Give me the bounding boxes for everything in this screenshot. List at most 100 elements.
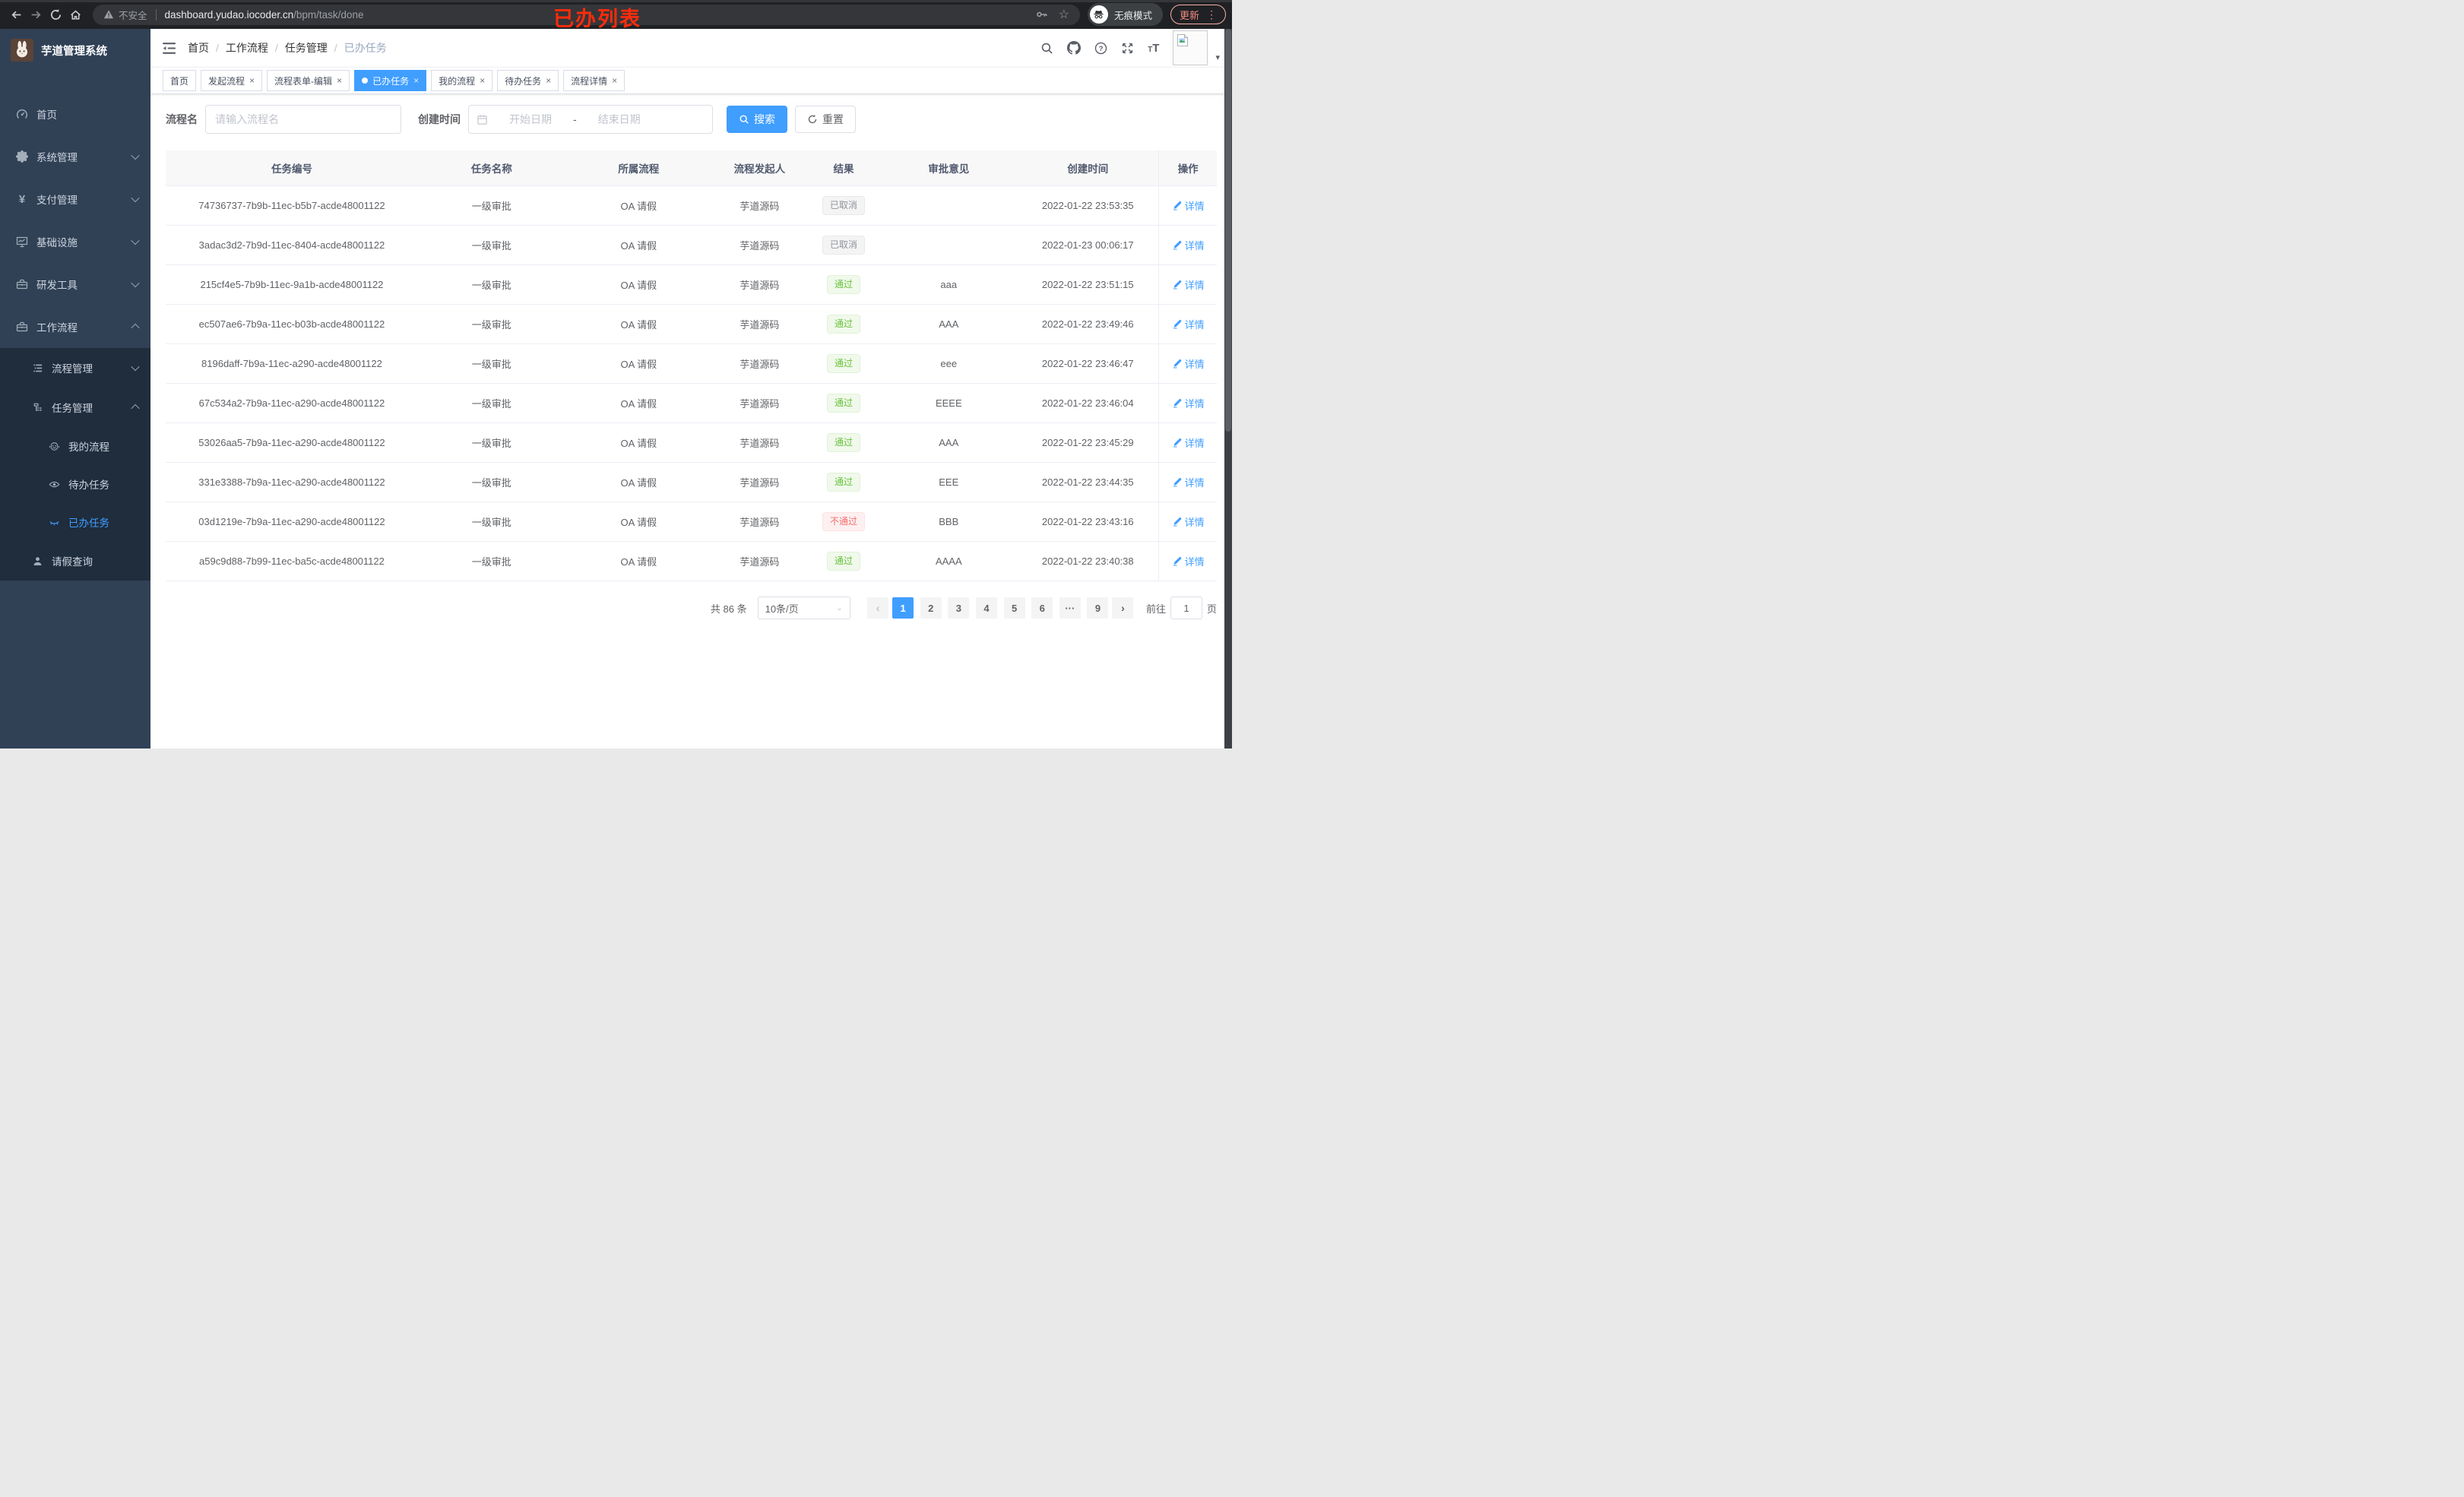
avatar[interactable] — [1173, 30, 1208, 65]
page-button[interactable]: ··· — [1059, 597, 1081, 619]
tab-tag[interactable]: 待办任务 × — [497, 70, 559, 91]
detail-link[interactable]: 详情 — [1172, 514, 1205, 529]
table-row: 74736737-7b9b-11ec-b5b7-acde48001122 一级审… — [166, 185, 1217, 226]
browser-forward-icon[interactable] — [26, 5, 46, 24]
sidebar-item-devtools[interactable]: 研发工具 — [0, 263, 150, 305]
cell-result: 通过 — [806, 383, 881, 423]
page-button[interactable]: 2 — [920, 597, 942, 619]
process-name-input[interactable] — [205, 105, 401, 134]
close-icon[interactable]: × — [337, 75, 342, 86]
close-icon[interactable]: × — [546, 75, 551, 86]
browser-reload-icon[interactable] — [46, 5, 65, 24]
sidebar-item-payment[interactable]: ¥ 支付管理 — [0, 178, 150, 220]
cell-actions: 详情 — [1158, 423, 1217, 463]
cell-process: OA 请假 — [565, 225, 713, 265]
sidebar-item-infra[interactable]: 基础设施 — [0, 220, 150, 263]
detail-link[interactable]: 详情 — [1172, 277, 1205, 292]
end-date-input[interactable] — [579, 112, 659, 126]
sidebar-item-workflow[interactable]: 工作流程 — [0, 305, 150, 348]
eye-closed-icon — [47, 517, 61, 528]
goto-page-input[interactable] — [1170, 597, 1202, 619]
page-button[interactable]: 9 — [1087, 597, 1109, 619]
search-icon[interactable] — [1040, 42, 1053, 55]
detail-link[interactable]: 详情 — [1172, 396, 1205, 410]
sidebar-item-home[interactable]: 首页 — [0, 93, 150, 135]
hamburger-icon[interactable] — [163, 42, 177, 55]
detail-link[interactable]: 详情 — [1172, 317, 1205, 331]
help-icon[interactable]: ? — [1094, 42, 1107, 55]
page-button[interactable]: 5 — [1003, 597, 1025, 619]
table-row: 67c534a2-7b9a-11ec-a290-acde48001122 一级审… — [166, 383, 1217, 423]
app-logo-row[interactable]: 芋道管理系统 — [0, 29, 150, 71]
cell-opinion: BBB — [880, 502, 1018, 542]
browser-home-icon[interactable] — [65, 5, 85, 24]
cell-process: OA 请假 — [565, 264, 713, 305]
status-badge: 通过 — [826, 275, 860, 294]
tab-tag[interactable]: 流程表单-编辑 × — [267, 70, 350, 91]
cell-created: 2022-01-22 23:46:04 — [1017, 383, 1159, 423]
chevron-down-icon — [131, 236, 140, 245]
cell-task-name: 一级审批 — [417, 423, 565, 463]
warning-icon — [103, 10, 114, 19]
browser-menu-icon[interactable]: ⋮ — [1206, 8, 1217, 21]
briefcase-icon — [15, 321, 29, 333]
browser-update-button[interactable]: 更新 ⋮ — [1170, 5, 1226, 24]
cell-created: 2022-01-22 23:46:47 — [1017, 343, 1159, 384]
gear-icon — [15, 150, 29, 163]
fullscreen-icon[interactable] — [1121, 42, 1134, 55]
browser-back-icon[interactable] — [6, 5, 26, 24]
browser-scrollbar[interactable] — [1224, 29, 1232, 748]
tab-tag[interactable]: 我的流程 × — [431, 70, 493, 91]
tab-tag[interactable]: 流程详情 × — [563, 70, 626, 91]
cell-process: OA 请假 — [565, 541, 713, 581]
incognito-icon — [1089, 5, 1108, 24]
detail-link[interactable]: 详情 — [1172, 554, 1205, 568]
page-button[interactable]: 4 — [975, 597, 997, 619]
key-icon[interactable] — [1036, 8, 1048, 21]
sidebar-item-leave-query[interactable]: 请假查询 — [0, 541, 150, 581]
sidebar-item-task-mgmt[interactable]: 任务管理 — [0, 388, 150, 427]
detail-link[interactable]: 详情 — [1172, 475, 1205, 489]
tab-tag[interactable]: 首页 × — [163, 70, 197, 91]
detail-link[interactable]: 详情 — [1172, 356, 1205, 371]
tab-tag[interactable]: 已办任务 × — [354, 70, 427, 91]
sidebar-item-system[interactable]: 系统管理 — [0, 135, 150, 178]
sidebar-item-todo-tasks[interactable]: 待办任务 — [0, 465, 150, 503]
site-security-section[interactable]: 不安全 — [103, 8, 147, 22]
start-date-input[interactable] — [491, 112, 570, 126]
font-size-icon[interactable]: TT — [1148, 42, 1159, 55]
prev-page-button[interactable]: ‹ — [867, 597, 889, 619]
page-size-select[interactable]: 10条/页 ⌄ — [757, 597, 850, 619]
page-button[interactable]: 1 — [892, 597, 914, 619]
close-icon[interactable]: × — [480, 75, 485, 86]
date-range-picker[interactable]: - — [468, 105, 713, 134]
close-icon[interactable]: × — [612, 75, 617, 86]
cell-task-name: 一级审批 — [417, 541, 565, 581]
sidebar-item-process-mgmt[interactable]: 流程管理 — [0, 348, 150, 388]
breadcrumb-home[interactable]: 首页 — [188, 40, 209, 55]
tab-tag[interactable]: 发起流程 × — [201, 70, 263, 91]
incognito-badge[interactable]: 无痕模式 — [1087, 3, 1163, 26]
breadcrumb-task-mgmt[interactable]: 任务管理 — [285, 40, 328, 55]
status-badge: 通过 — [826, 394, 860, 413]
detail-link[interactable]: 详情 — [1172, 198, 1205, 213]
github-icon[interactable] — [1067, 41, 1082, 55]
sidebar-item-my-process[interactable]: 我的流程 — [0, 427, 150, 465]
sidebar-item-done-tasks[interactable]: 已办任务 — [0, 503, 150, 541]
avatar-caret-icon[interactable]: ▾ — [1215, 52, 1220, 62]
close-icon[interactable]: × — [249, 75, 255, 86]
page-button[interactable]: 3 — [948, 597, 970, 619]
page-button[interactable]: 6 — [1031, 597, 1053, 619]
close-icon[interactable]: × — [413, 75, 419, 86]
search-button[interactable]: 搜索 — [727, 106, 787, 133]
reset-button[interactable]: 重置 — [795, 106, 856, 133]
detail-link[interactable]: 详情 — [1172, 435, 1205, 450]
next-page-button[interactable]: › — [1112, 597, 1134, 619]
detail-link[interactable]: 详情 — [1172, 238, 1205, 252]
scrollbar-thumb[interactable] — [1225, 29, 1231, 432]
breadcrumb-workflow[interactable]: 工作流程 — [226, 40, 268, 55]
bookmark-star-icon[interactable]: ☆ — [1059, 7, 1069, 22]
cell-result: 通过 — [806, 423, 881, 463]
cell-starter: 芋道源码 — [712, 541, 807, 581]
status-badge: 通过 — [826, 473, 860, 492]
